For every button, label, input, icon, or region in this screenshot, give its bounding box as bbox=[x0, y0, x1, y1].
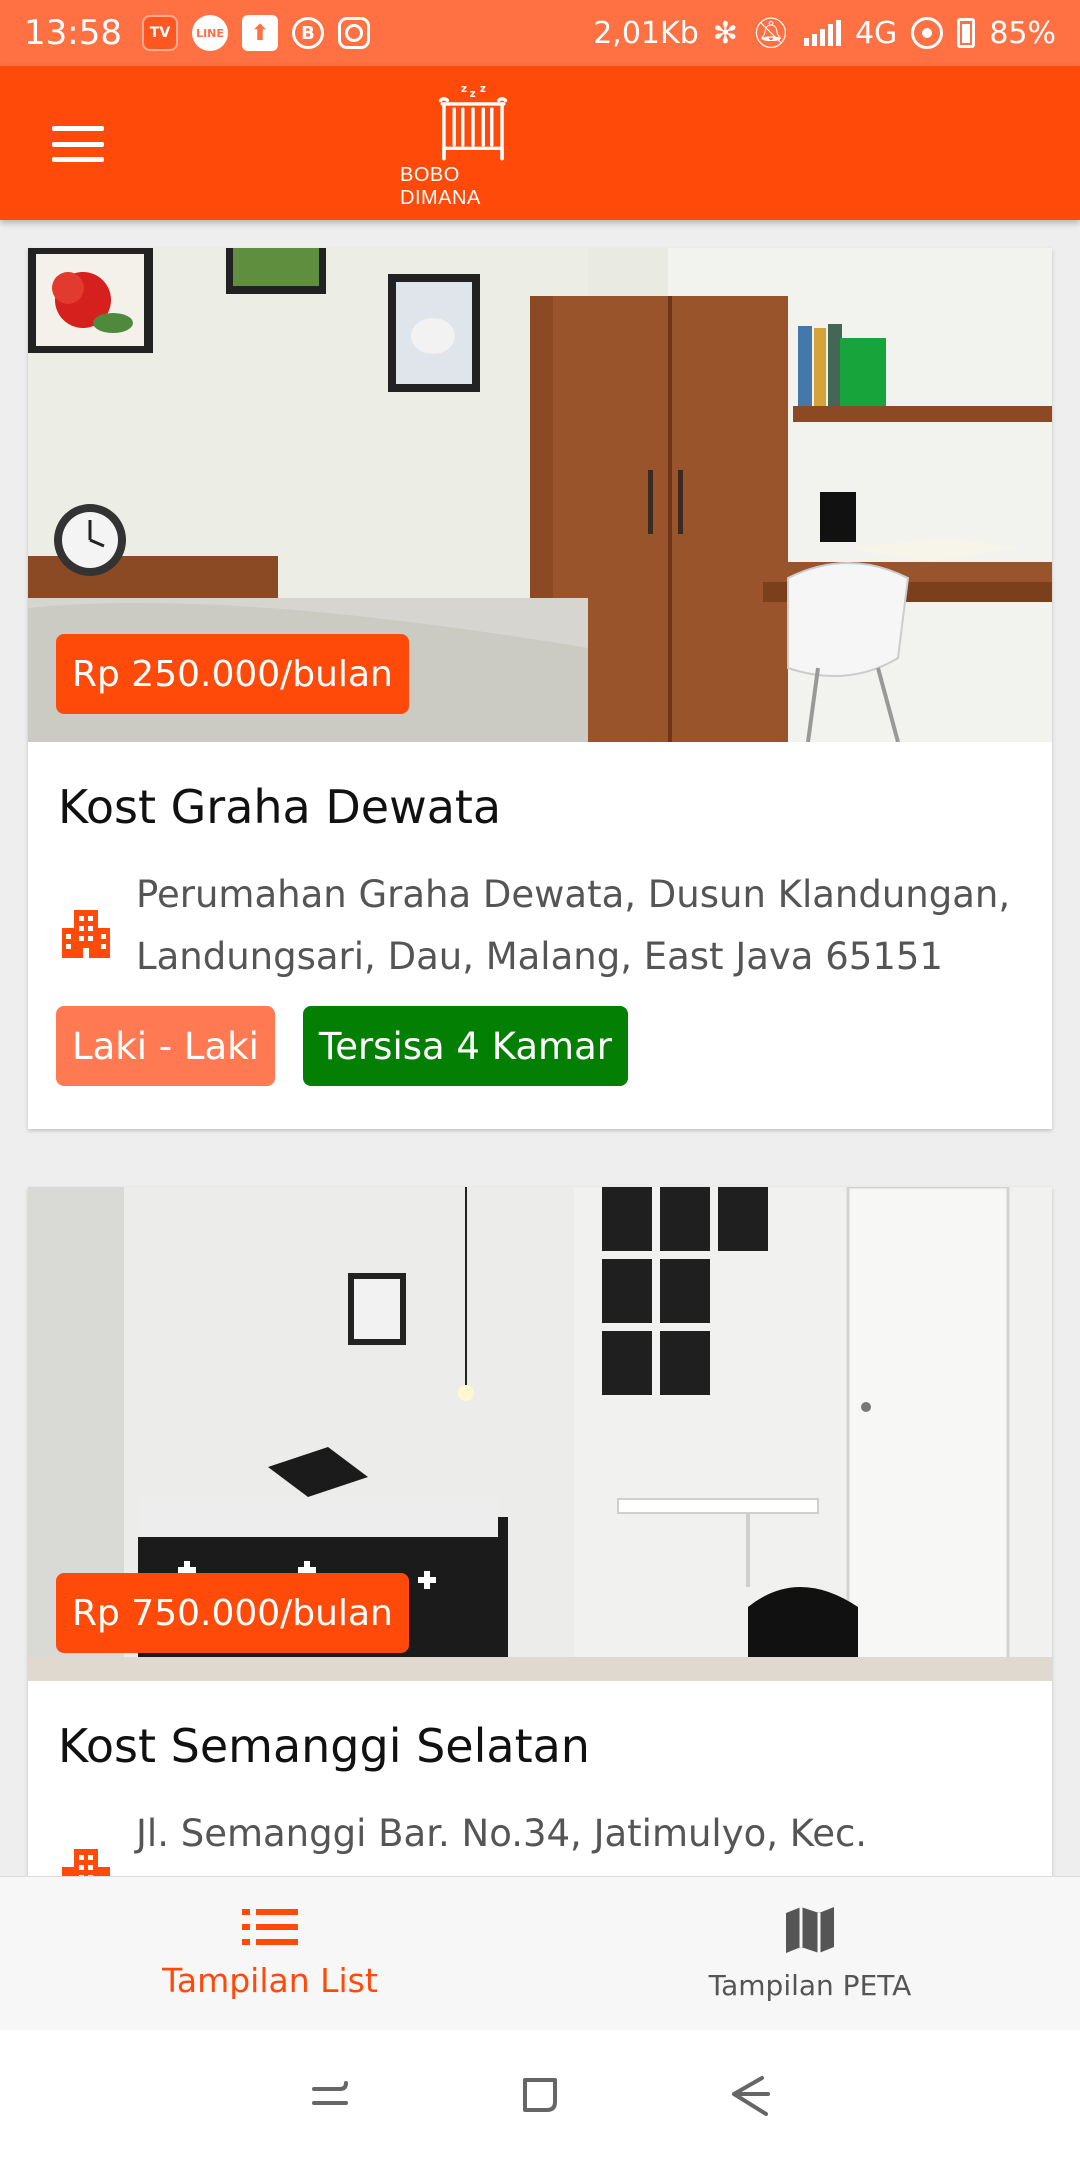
screen: 13:58 TV LINE ⬆ B 2,01Kb ✻ 🔕︎ 4G 85% z z… bbox=[0, 0, 1080, 2160]
address-row: Jl. Semanggi Bar. No.34, Jatimulyo, Kec. bbox=[58, 1803, 1028, 1876]
address-row: Perumahan Graha Dewata, Dusun Klandungan… bbox=[58, 864, 1028, 988]
address-text: Jl. Semanggi Bar. No.34, Jatimulyo, Kec. bbox=[136, 1812, 868, 1855]
listing-list[interactable]: Rp 250.000/bulan Kost Graha Dewata Perum… bbox=[0, 220, 1080, 1876]
recent-apps-button[interactable] bbox=[300, 2065, 360, 2125]
location-icon bbox=[911, 17, 944, 49]
instagram-icon bbox=[337, 17, 370, 49]
listing-card[interactable]: Rp 250.000/bulan Kost Graha Dewata Perum… bbox=[28, 248, 1052, 1129]
tab-map-label: Tampilan PETA bbox=[708, 1969, 912, 2002]
bottom-navigation: Tampilan List Tampilan PETA bbox=[0, 1876, 1080, 2030]
app-bar: z z z BOBO DIMANA bbox=[0, 66, 1080, 220]
svg-text:z: z bbox=[461, 83, 467, 95]
kost-name: Kost Graha Dewata bbox=[58, 780, 502, 834]
battery-icon bbox=[957, 18, 976, 48]
home-button[interactable] bbox=[510, 2065, 570, 2125]
availability-tag: Tersisa 4 Kamar bbox=[302, 1006, 628, 1086]
status-time: 13:58 bbox=[24, 13, 122, 53]
map-icon bbox=[786, 1907, 834, 1953]
listing-card[interactable]: Rp 750.000/bulan Kost Semanggi Selatan J… bbox=[28, 1187, 1052, 1876]
system-navigation-bar bbox=[0, 2030, 1080, 2160]
home-icon bbox=[523, 2078, 557, 2112]
kost-name: Kost Semanggi Selatan bbox=[58, 1719, 590, 1773]
logo-text: BOBO DIMANA bbox=[400, 164, 481, 209]
address-text: Perumahan Graha Dewata, Dusun Klandungan… bbox=[136, 873, 1011, 978]
tab-list-view[interactable]: Tampilan List bbox=[0, 1877, 540, 2030]
room-photo: Rp 750.000/bulan bbox=[28, 1187, 1052, 1681]
crib-icon: z z z bbox=[438, 83, 508, 161]
menu-button[interactable] bbox=[40, 116, 116, 172]
tag-row: Laki - Laki Tersisa 4 Kamar bbox=[56, 1006, 628, 1086]
tab-list-label: Tampilan List bbox=[162, 1961, 378, 2000]
net-speed: 2,01Kb bbox=[593, 15, 699, 51]
b-icon: B bbox=[291, 17, 324, 49]
svg-text:z: z bbox=[480, 83, 486, 95]
tv-icon: TV bbox=[141, 15, 178, 51]
svg-text:z: z bbox=[470, 88, 476, 100]
price-badge: Rp 250.000/bulan bbox=[56, 634, 409, 714]
hamburger-icon bbox=[52, 126, 104, 131]
upload-icon: ⬆ bbox=[241, 15, 278, 51]
signal-icon bbox=[803, 20, 841, 46]
back-icon bbox=[732, 2076, 770, 2116]
status-bar: 13:58 TV LINE ⬆ B 2,01Kb ✻ 🔕︎ 4G 85% bbox=[0, 0, 1080, 66]
building-icon bbox=[62, 1849, 110, 1876]
bluetooth-icon: ✻ bbox=[712, 15, 738, 51]
room-photo: Rp 250.000/bulan bbox=[28, 248, 1052, 742]
battery-level: 85% bbox=[989, 15, 1056, 51]
mute-icon: 🔕︎ bbox=[751, 15, 790, 51]
recent-apps-icon bbox=[312, 2081, 348, 2105]
building-icon bbox=[62, 910, 110, 958]
app-logo: z z z BOBO DIMANA bbox=[400, 80, 546, 210]
price-badge: Rp 750.000/bulan bbox=[56, 1573, 409, 1653]
network-type: 4G bbox=[854, 15, 898, 51]
line-icon: LINE bbox=[191, 15, 228, 51]
tab-map-view[interactable]: Tampilan PETA bbox=[540, 1877, 1080, 2030]
list-icon bbox=[242, 1909, 298, 1945]
gender-tag: Laki - Laki bbox=[56, 1006, 275, 1086]
back-button[interactable] bbox=[720, 2065, 780, 2125]
